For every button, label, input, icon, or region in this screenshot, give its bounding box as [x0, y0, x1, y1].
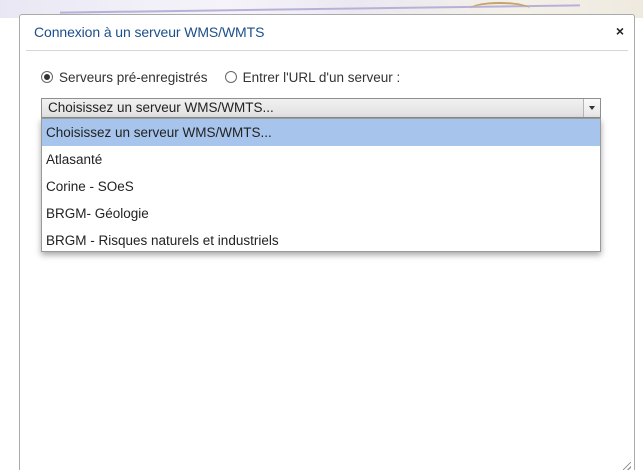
screen: Connexion à un serveur WMS/WMTS × Serveu… — [0, 0, 643, 470]
dialog-title: Connexion à un serveur WMS/WMTS — [34, 24, 265, 40]
server-select[interactable]: Choisissez un serveur WMS/WMTS... — [41, 98, 601, 118]
server-option-brgm-risques[interactable]: BRGM - Risques naturels et industriels — [42, 227, 600, 254]
radio-label-enter-url: Entrer l'URL d'un serveur : — [242, 69, 401, 85]
wms-connection-dialog: Connexion à un serveur WMS/WMTS × Serveu… — [19, 14, 635, 470]
server-option-placeholder[interactable]: Choisissez un serveur WMS/WMTS... — [42, 119, 600, 146]
radio-button-checked[interactable] — [41, 71, 53, 83]
source-mode-radio-group: Serveurs pré-enregistrés Entrer l'URL d'… — [41, 67, 400, 87]
dialog-titlebar[interactable]: Connexion à un serveur WMS/WMTS × — [26, 15, 628, 51]
server-option-atlasante[interactable]: Atlasanté — [42, 146, 600, 173]
resize-grip-icon[interactable] — [623, 462, 631, 470]
server-select-value: Choisissez un serveur WMS/WMTS... — [48, 100, 274, 115]
chevron-down-icon[interactable] — [583, 99, 600, 117]
radio-enter-server-url[interactable]: Entrer l'URL d'un serveur : — [224, 69, 401, 85]
server-dropdown-list: Choisissez un serveur WMS/WMTS... Atlasa… — [41, 118, 601, 252]
server-option-brgm-geologie[interactable]: BRGM- Géologie — [42, 200, 600, 227]
radio-label-preregistered: Serveurs pré-enregistrés — [59, 69, 208, 85]
server-option-corine-soes[interactable]: Corine - SOeS — [42, 173, 600, 200]
radio-button-unchecked[interactable] — [224, 71, 237, 83]
radio-preregistered-servers[interactable]: Serveurs pré-enregistrés — [41, 70, 208, 85]
close-icon[interactable]: × — [612, 23, 628, 39]
